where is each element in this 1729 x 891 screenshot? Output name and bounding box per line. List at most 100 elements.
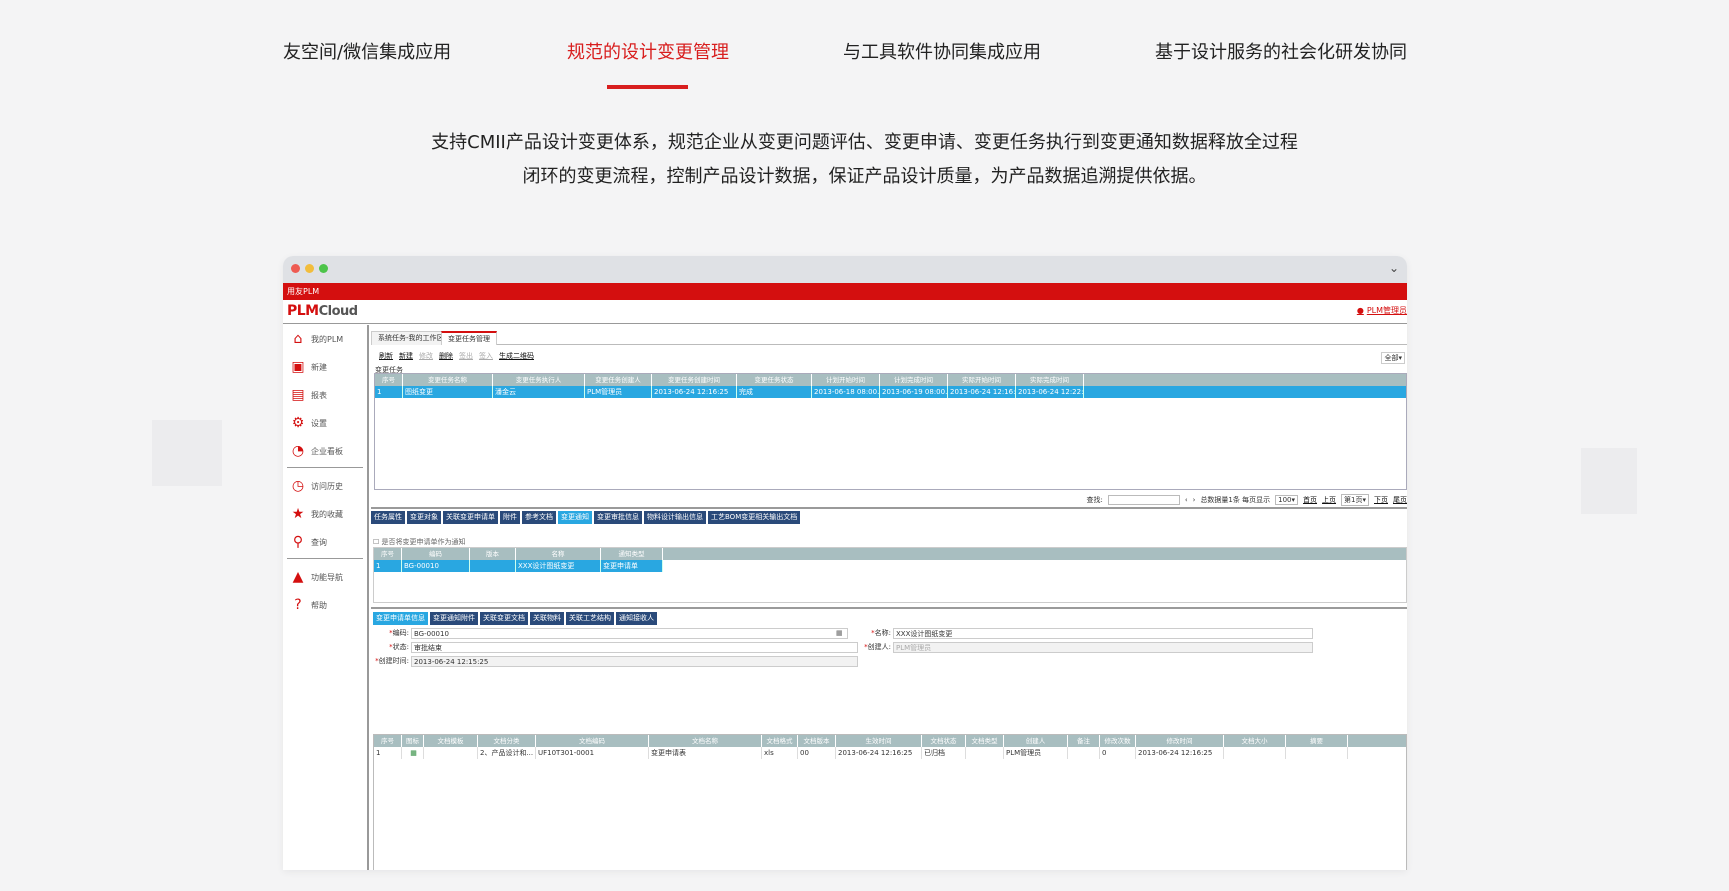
user-link[interactable]: PLM管理员 [1357,305,1407,316]
sidebar-item-new[interactable]: ▣ 新建 [283,353,367,381]
app-main: 系统任务-我的工作区 变更任务管理 刷新 新建 修改 删除 签出 签入 生成二维… [371,325,1407,870]
sidebar-item-help[interactable]: ? 帮助 [283,591,367,619]
table-row[interactable]: 1 图纸变更 潘金云 PLM管理员 2013-06-24 12:16:25 完成… [375,386,1406,398]
close-dot-icon[interactable] [291,264,300,273]
first-page-link[interactable]: 首页 [1303,495,1317,505]
find-input[interactable] [1107,495,1180,505]
sidebar-item-query[interactable]: ⚲ 查询 [283,528,367,556]
name-row: *名称: XXX设计图纸变更 [863,627,1313,639]
new-button[interactable]: 新建 [399,351,413,361]
tab-design-change-management[interactable]: 规范的设计变更管理 [567,38,729,64]
edit-button[interactable]: 修改 [419,351,433,361]
sidebar-item-settings[interactable]: ⚙ 设置 [283,409,367,437]
document-grid: 序号 图标 文档模板 文档分类 文档编码 文档名称 文档格式 文档版本 生效时间… [373,734,1407,870]
code-field[interactable]: BG-00010 [411,627,848,639]
prev-page-link[interactable]: 上页 [1322,495,1336,505]
code-row: *编码: BG-00010 ▦ [375,627,848,639]
description-line: 支持CMII产品设计变更体系，规范企业从变更问题评估、变更申请、变更任务执行到变… [431,132,1298,153]
tab-reference-docs[interactable]: 参考文档 [522,511,556,524]
star-icon: ★ [291,506,305,522]
prev-arrow-icon[interactable]: ‹ [1185,496,1188,504]
navigation-icon: ▲ [292,569,304,585]
new-doc-icon: ▣ [291,359,305,375]
tab-social-rd-collaboration[interactable]: 基于设计服务的社会化研发协同 [1155,38,1407,64]
delete-button[interactable]: 删除 [439,351,453,361]
refresh-button[interactable]: 刷新 [379,351,393,361]
gear-icon: ⚙ [291,415,305,431]
chevron-down-icon[interactable]: ⌄ [1389,261,1399,275]
maximize-dot-icon[interactable] [319,264,328,273]
feature-description: 支持CMII产品设计变更体系，规范企业从变更问题评估、变更申请、变更任务执行到变… [0,126,1729,194]
table-row[interactable]: 1 BG-00010 XXX设计图纸变更 变更申请单 [374,560,663,572]
creator-field: PLM管理员 [893,641,1313,653]
generate-qrcode-button[interactable]: 生成二维码 [499,351,534,361]
divider [371,507,1407,509]
status-row: *状态: 审批结束 [375,641,858,653]
tab-material-output[interactable]: 物料设计输出信息 [644,511,706,524]
sidebar-item-navigation[interactable]: ▲ 功能导航 [283,563,367,591]
tab-change-request-info[interactable]: 变更申请单信息 [373,612,428,625]
tab-wechat-integration[interactable]: 友空间/微信集成应用 [283,38,451,64]
tab-notice-attachments[interactable]: 变更通知附件 [430,612,478,625]
sidebar-divider [287,558,363,559]
minimize-dot-icon[interactable] [305,264,314,273]
page-size-select[interactable]: 100▾ [1275,495,1299,505]
tab-related-change-requests[interactable]: 关联变更申请单 [443,511,498,524]
next-arrow-icon[interactable]: › [1193,496,1196,504]
tab-change-task-management[interactable]: 变更任务管理 [441,331,497,345]
filter-select[interactable]: 全部▾ [1381,352,1405,364]
toolbar: 刷新 新建 修改 删除 签出 签入 生成二维码 [379,351,534,361]
status-field[interactable]: 审批结束 [411,641,858,653]
tab-attachments[interactable]: 附件 [500,511,520,524]
page-select[interactable]: 第1页▾ [1341,494,1369,506]
sidebar-item-dashboard[interactable]: ◔ 企业看板 [283,437,367,465]
help-icon: ? [294,597,302,613]
tab-change-notice[interactable]: 变更通知 [558,511,592,524]
change-notice-grid: 序号 编码 版本 名称 通知类型 1 BG-00010 XXX设计图纸变更 变更… [373,547,1407,603]
created-row: *创建时间: 2013-06-24 12:15:25 [375,655,858,667]
name-field[interactable]: XXX设计图纸变更 [893,627,1313,639]
sidebar-item-my-plm[interactable]: ⌂ 我的PLM [283,325,367,353]
tab-change-objects[interactable]: 变更对象 [407,511,441,524]
tab-tool-software-integration[interactable]: 与工具软件协同集成应用 [843,38,1041,64]
tab-related-change-docs[interactable]: 关联变更文档 [480,612,528,625]
description-line: 闭环的变更流程，控制产品设计数据，保证产品设计质量，为产品数据追溯提供依据。 [522,166,1207,187]
tab-related-process[interactable]: 关联工艺结构 [566,612,614,625]
last-page-link[interactable]: 尾页 [1393,495,1407,505]
notice-checkbox[interactable]: ☐ 是否将变更申请单作为通知 [373,537,466,547]
doc-grid-header: 序号 图标 文档模板 文档分类 文档编码 文档名称 文档格式 文档版本 生效时间… [374,735,1406,747]
plm-cloud-logo: PLMCloud [287,303,358,319]
report-icon: ▤ [291,387,305,403]
sidebar-item-history[interactable]: ◷ 访问历史 [283,472,367,500]
table-row[interactable]: 1 ▦ 2、产品设计和... UF10T301-0001 变更申请表 xls 0… [374,747,1406,759]
background-decoration [1581,448,1637,514]
picker-icon[interactable]: ▦ [836,627,843,639]
main-tabs: 系统任务-我的工作区 变更任务管理 [371,328,1407,345]
window-titlebar: ⌄ [283,256,1407,283]
checkout-button[interactable]: 签出 [459,351,473,361]
tab-approval-info[interactable]: 变更审批信息 [594,511,642,524]
excel-file-icon: ▦ [402,747,424,759]
tab-my-workspace[interactable]: 系统任务-我的工作区 [371,331,451,345]
search-icon: ⚲ [292,534,304,550]
tab-related-materials[interactable]: 关联物料 [530,612,564,625]
sidebar-divider [287,467,363,468]
tab-notice-recipients[interactable]: 通知接收人 [616,612,657,625]
detail-tabs: 任务属性 变更对象 关联变更申请单 附件 参考文档 变更通知 变更审批信息 物料… [371,511,801,524]
background-decoration [152,420,222,486]
sidebar-item-report[interactable]: ▤ 报表 [283,381,367,409]
form-tabs: 变更申请单信息 变更通知附件 关联变更文档 关联物料 关联工艺结构 通知接收人 [373,612,657,625]
created-field: 2013-06-24 12:15:25 [411,655,858,667]
notice-grid-header: 序号 编码 版本 名称 通知类型 [374,548,1406,560]
checkin-button[interactable]: 签入 [479,351,493,361]
dashboard-icon: ◔ [291,443,305,459]
sidebar-item-favorites[interactable]: ★ 我的收藏 [283,500,367,528]
divider [371,607,1407,609]
app-sidebar: ⌂ 我的PLM ▣ 新建 ▤ 报表 ⚙ 设置 ◔ 企业看板 ◷ 访问历史 ★ 我的收藏 ⚲ 查询… [283,325,369,870]
active-tab-indicator [607,85,688,89]
app-screenshot-window: ⌄ 用友PLM PLMCloud PLM管理员 ⌂我的PLM ▣新建 ▤报表 ⚙… [283,256,1407,870]
tab-task-properties[interactable]: 任务属性 [371,511,405,524]
home-icon: ⌂ [293,331,303,347]
next-page-link[interactable]: 下页 [1374,495,1388,505]
tab-process-bom-docs[interactable]: 工艺BOM变更相关输出文档 [708,511,801,524]
